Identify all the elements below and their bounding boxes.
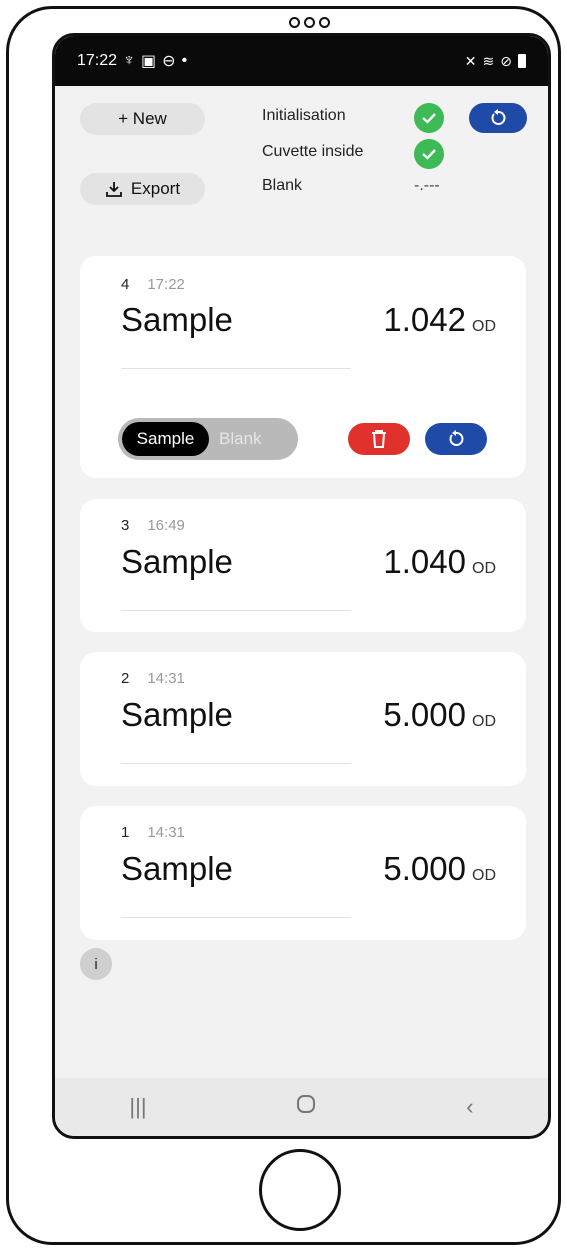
reinitialise-button[interactable] <box>469 103 527 133</box>
sample-blank-toggle[interactable]: Sample Blank <box>118 418 298 460</box>
toggle-option-blank[interactable]: Blank <box>211 422 293 456</box>
divider <box>121 368 351 369</box>
measurement-time: 14:31 <box>147 824 185 841</box>
blank-label: Blank <box>262 177 303 194</box>
divider <box>121 763 351 764</box>
delete-button[interactable] <box>348 423 410 455</box>
measurement-value: 1.040 <box>383 543 466 580</box>
measurement-name: Sample <box>121 543 233 580</box>
phone-screen: 17:22 ♆ ▣ ⊖ • ✕ ≋ ⊘ + New Export Initial… <box>52 33 551 1139</box>
measurement-unit: OD <box>472 867 496 884</box>
hardware-home-button[interactable] <box>259 1149 341 1231</box>
mute-icon: ✕ <box>464 52 477 69</box>
divider <box>121 610 351 611</box>
info-icon: i <box>94 955 98 973</box>
trash-icon <box>372 430 386 448</box>
measurement-index: 2 <box>121 670 130 687</box>
measurement-name: Sample <box>121 301 233 338</box>
measurement-card[interactable]: 4 17:22 Sample 1.042 OD Sample Blank <box>80 256 526 478</box>
measurement-value: 5.000 <box>383 696 466 733</box>
remeasure-button[interactable] <box>425 423 487 455</box>
measurement-time: 17:22 <box>147 276 185 293</box>
new-button[interactable]: + New <box>80 103 205 135</box>
measurement-time: 16:49 <box>147 517 185 534</box>
measurement-card[interactable]: 2 14:31 Sample 5.000 OD <box>80 652 526 786</box>
battery-icon <box>518 54 526 68</box>
dnd-icon: ⊖ <box>162 53 176 70</box>
download-icon <box>106 182 122 197</box>
new-button-label: + New <box>118 109 167 128</box>
status-bar: 17:22 ♆ ▣ ⊖ • ✕ ≋ ⊘ <box>55 36 548 86</box>
measurement-value: 1.042 <box>383 301 466 338</box>
status-time: 17:22 <box>77 52 118 69</box>
cuvette-label: Cuvette inside <box>262 143 364 160</box>
measurement-value-group: 5.000 OD <box>383 850 496 888</box>
measurement-card[interactable]: 1 14:31 Sample 5.000 OD <box>80 806 526 940</box>
camera-dots <box>289 17 330 28</box>
usb-icon: ♆ <box>123 52 136 69</box>
measurement-value-group: 1.042 OD <box>383 301 496 339</box>
measurement-unit: OD <box>472 560 496 577</box>
measurement-value-group: 5.000 OD <box>383 696 496 734</box>
measurement-time: 14:31 <box>147 670 185 687</box>
cuvette-check-icon <box>414 139 444 169</box>
measurement-value-group: 1.040 OD <box>383 543 496 581</box>
back-icon[interactable]: ‹ <box>466 1094 473 1120</box>
export-button-label: Export <box>130 179 181 198</box>
toggle-option-sample[interactable]: Sample <box>122 422 209 456</box>
home-icon[interactable] <box>295 1093 317 1121</box>
wifi-icon: ≋ <box>482 52 495 69</box>
measurement-index: 4 <box>121 276 130 293</box>
measurement-name: Sample <box>121 850 233 887</box>
system-nav-bar: ||| ‹ <box>55 1078 548 1136</box>
measurement-index: 3 <box>121 517 130 534</box>
divider <box>121 917 351 918</box>
reset-icon <box>449 430 464 446</box>
measurement-unit: OD <box>472 318 496 335</box>
dot-icon: • <box>181 52 188 69</box>
measurement-index: 1 <box>121 824 130 841</box>
recents-icon[interactable]: ||| <box>129 1094 146 1120</box>
export-button[interactable]: Export <box>80 173 205 205</box>
initialisation-check-icon <box>414 103 444 133</box>
block-icon: ⊘ <box>500 52 512 69</box>
info-button[interactable]: i <box>80 948 112 980</box>
measurement-unit: OD <box>472 713 496 730</box>
image-icon: ▣ <box>141 53 157 70</box>
blank-value: -.--- <box>414 177 440 194</box>
reset-icon <box>491 109 506 125</box>
initialisation-label: Initialisation <box>262 107 346 124</box>
measurement-value: 5.000 <box>383 850 466 887</box>
measurement-name: Sample <box>121 696 233 733</box>
measurement-card[interactable]: 3 16:49 Sample 1.040 OD <box>80 499 526 632</box>
